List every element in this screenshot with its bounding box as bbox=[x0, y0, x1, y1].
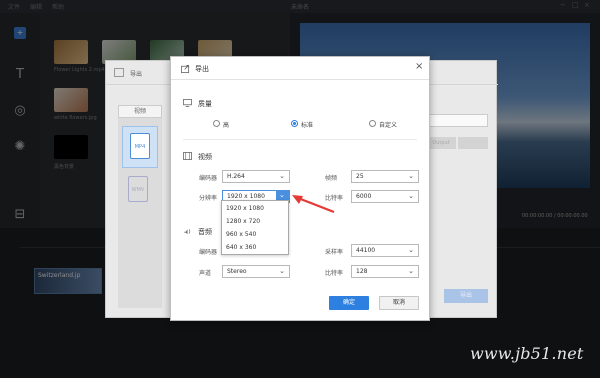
samplerate-label: 采样率 bbox=[325, 249, 344, 256]
video-encoder-value: H.264 bbox=[227, 173, 245, 180]
browse-button[interactable] bbox=[458, 137, 488, 149]
chevron-down-icon: ⌄ bbox=[279, 267, 285, 275]
watermark: www.jb51.net bbox=[470, 344, 584, 363]
samplerate-value: 44100 bbox=[356, 247, 376, 254]
framerate-label: 帧频 bbox=[325, 175, 338, 182]
divider bbox=[183, 139, 417, 140]
dialog-title: 导出 bbox=[195, 65, 209, 73]
output-button[interactable]: Output bbox=[426, 137, 456, 149]
bg-dialog-title: 导出 bbox=[130, 71, 143, 78]
format-mp4-tile[interactable]: MP4 bbox=[122, 126, 158, 168]
quality-radio-standard[interactable] bbox=[291, 120, 298, 127]
annotation-arrow-icon bbox=[292, 195, 335, 214]
quality-label-high: 高 bbox=[223, 122, 230, 129]
video-section-title: 视频 bbox=[198, 153, 212, 161]
tab-video[interactable]: 视频 bbox=[118, 105, 162, 118]
channel-select[interactable]: Stereo ⌄ bbox=[222, 265, 290, 278]
export-button[interactable]: 导出 bbox=[444, 289, 488, 303]
audio-bitrate-label: 比特率 bbox=[325, 270, 344, 277]
channel-label: 声道 bbox=[199, 270, 212, 277]
channel-value: Stereo bbox=[227, 268, 247, 275]
resolution-dropdown-list: 1920 x 1080 1280 x 720 960 x 540 640 x 3… bbox=[221, 200, 289, 255]
export-settings-dialog: 导出 × 质量 高 标准 自定义 视频 编码器 H.264 ⌄ 帧频 25 ⌄ … bbox=[170, 56, 430, 321]
audio-icon bbox=[184, 229, 191, 235]
quality-label-custom: 自定义 bbox=[379, 122, 398, 129]
cancel-button[interactable]: 取消 bbox=[379, 296, 419, 310]
chevron-down-icon: ⌄ bbox=[408, 267, 414, 275]
resolution-label: 分辨率 bbox=[199, 195, 218, 202]
quality-radio-custom[interactable] bbox=[369, 120, 376, 127]
monitor-icon bbox=[183, 99, 192, 107]
audio-section-title: 音频 bbox=[198, 228, 212, 236]
output-path-field[interactable] bbox=[426, 114, 488, 127]
quality-label-standard: 标准 bbox=[301, 122, 314, 129]
audio-bitrate-value: 128 bbox=[356, 268, 368, 275]
video-encoder-select[interactable]: H.264 ⌄ bbox=[222, 170, 290, 183]
chevron-down-icon: ⌄ bbox=[408, 246, 414, 254]
export-icon bbox=[181, 64, 190, 73]
wmv-file-icon[interactable]: WMV bbox=[128, 176, 148, 202]
framerate-value: 25 bbox=[356, 173, 364, 180]
resolution-value: 1920 x 1080 bbox=[227, 193, 265, 200]
chevron-down-icon: ⌄ bbox=[408, 192, 414, 200]
video-bitrate-select[interactable]: 6000 ⌄ bbox=[351, 190, 419, 203]
video-bitrate-value: 6000 bbox=[356, 193, 372, 200]
audio-bitrate-select[interactable]: 128 ⌄ bbox=[351, 265, 419, 278]
resolution-option[interactable]: 960 x 540 bbox=[222, 228, 288, 241]
audio-encoder-label: 编码器 bbox=[199, 249, 218, 256]
quality-section-title: 质量 bbox=[198, 100, 212, 108]
chevron-down-icon: ⌄ bbox=[408, 172, 414, 180]
framerate-select[interactable]: 25 ⌄ bbox=[351, 170, 419, 183]
resolution-option[interactable]: 640 x 360 bbox=[222, 241, 288, 254]
close-icon[interactable]: × bbox=[415, 62, 423, 72]
resolution-option[interactable]: 1920 x 1080 bbox=[222, 202, 288, 215]
resolution-option[interactable]: 1280 x 720 bbox=[222, 215, 288, 228]
chevron-down-icon: ⌄ bbox=[279, 172, 285, 180]
ok-button[interactable]: 确定 bbox=[329, 296, 369, 310]
quality-radio-high[interactable] bbox=[213, 120, 220, 127]
chevron-down-icon: ⌄ bbox=[279, 191, 285, 199]
dialog-header: 导出 × bbox=[171, 57, 429, 80]
video-icon bbox=[183, 152, 192, 160]
samplerate-select[interactable]: 44100 ⌄ bbox=[351, 244, 419, 257]
mp4-file-icon: MP4 bbox=[130, 133, 150, 159]
video-encoder-label: 编码器 bbox=[199, 175, 218, 182]
export-icon bbox=[114, 68, 124, 77]
